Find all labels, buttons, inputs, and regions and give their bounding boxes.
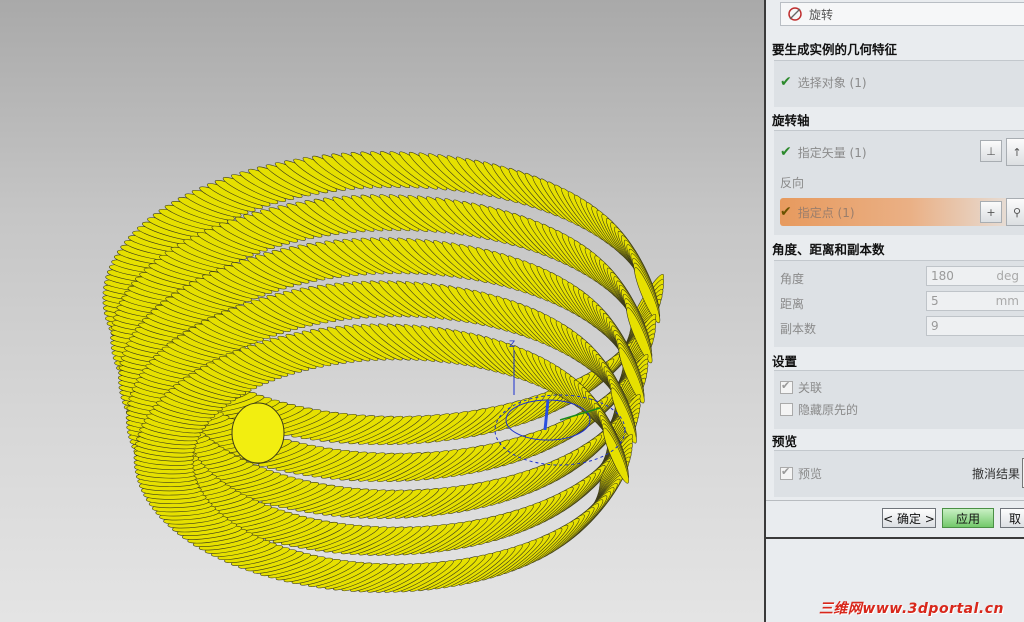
specify-point-label: 指定点 (1) xyxy=(797,205,855,220)
check-icon: ✔ xyxy=(780,74,792,90)
copies-value: 9 xyxy=(931,319,939,333)
section-settings-title[interactable]: 设置 xyxy=(772,350,1024,370)
angle-input[interactable]: 180 deg xyxy=(926,266,1024,286)
graphics-viewport[interactable]: Z xyxy=(0,0,764,622)
section-preview-title[interactable]: 预览 xyxy=(772,430,1024,450)
section-axis-title[interactable]: 旋转轴 xyxy=(772,109,1024,129)
point-dialog-icon[interactable]: + xyxy=(980,201,1002,223)
section-geometry-title[interactable]: 要生成实例的几何特征 xyxy=(772,38,1024,58)
triad-z-label: Z xyxy=(509,340,515,350)
undo-result-label: 撤消结果 xyxy=(972,467,1021,481)
section-params-title[interactable]: 角度、距离和副本数 xyxy=(772,238,1024,258)
angle-unit: deg xyxy=(996,269,1019,283)
rotation-triad: Z xyxy=(494,340,626,466)
distance-label: 距离 xyxy=(780,296,805,311)
distance-row: 距离 xyxy=(780,293,804,313)
select-object-row[interactable]: ✔ 选择对象 (1) xyxy=(780,72,867,92)
cancel-button[interactable]: 取 xyxy=(1000,508,1024,528)
preview-label: 预览 xyxy=(798,466,823,481)
hide-original-row[interactable]: 隐藏原先的 xyxy=(780,399,858,419)
apply-button[interactable]: 应用 xyxy=(942,508,994,528)
angle-value: 180 xyxy=(931,269,954,283)
copies-input[interactable]: 9 xyxy=(926,316,1024,336)
associative-checkbox[interactable] xyxy=(780,379,793,394)
preview-checkbox[interactable] xyxy=(780,465,793,480)
preview-row[interactable]: 预览 xyxy=(780,463,822,483)
select-object-label: 选择对象 (1) xyxy=(797,75,867,90)
reverse-label: 反向 xyxy=(780,175,805,190)
copies-label: 副本数 xyxy=(780,321,817,336)
site-watermark: 三维网www.3dportal.cn xyxy=(818,601,1004,617)
specify-vector-label: 指定矢量 (1) xyxy=(797,145,867,160)
transform-type-select[interactable]: 旋转 xyxy=(780,2,1024,26)
angle-row: 角度 xyxy=(780,268,804,288)
transform-dialog: 旋转 要生成实例的几何特征 ✔ 选择对象 (1) 旋转轴 ✔ 指定矢量 (1) … xyxy=(764,0,1024,622)
check-icon: ✔ xyxy=(780,204,792,220)
hide-original-checkbox[interactable] xyxy=(780,402,793,416)
copies-row: 副本数 xyxy=(780,318,816,338)
point-dropdown-icon[interactable]: ⚲ xyxy=(1006,198,1024,226)
distance-value: 5 xyxy=(931,294,939,308)
reverse-row[interactable]: 反向 xyxy=(780,172,804,192)
rotate-icon xyxy=(787,6,803,22)
specify-vector-row[interactable]: ✔ 指定矢量 (1) xyxy=(780,142,867,162)
hide-original-label: 隐藏原先的 xyxy=(798,402,859,417)
check-icon: ✔ xyxy=(780,144,792,160)
associative-label: 关联 xyxy=(798,380,823,395)
specify-point-row[interactable]: ✔ 指定点 (1) xyxy=(780,202,855,222)
angle-label: 角度 xyxy=(780,271,805,286)
distance-input[interactable]: 5 mm xyxy=(926,291,1024,311)
triad-axes xyxy=(494,350,626,466)
vector-dialog-icon[interactable]: ⊥ xyxy=(980,140,1002,162)
ok-button[interactable]: < 确定 > xyxy=(882,508,936,528)
transform-type-value: 旋转 xyxy=(809,7,834,22)
associative-row[interactable]: 关联 xyxy=(780,377,822,397)
vector-dropdown-icon[interactable]: ↑ xyxy=(1006,138,1024,166)
distance-unit: mm xyxy=(995,294,1019,308)
